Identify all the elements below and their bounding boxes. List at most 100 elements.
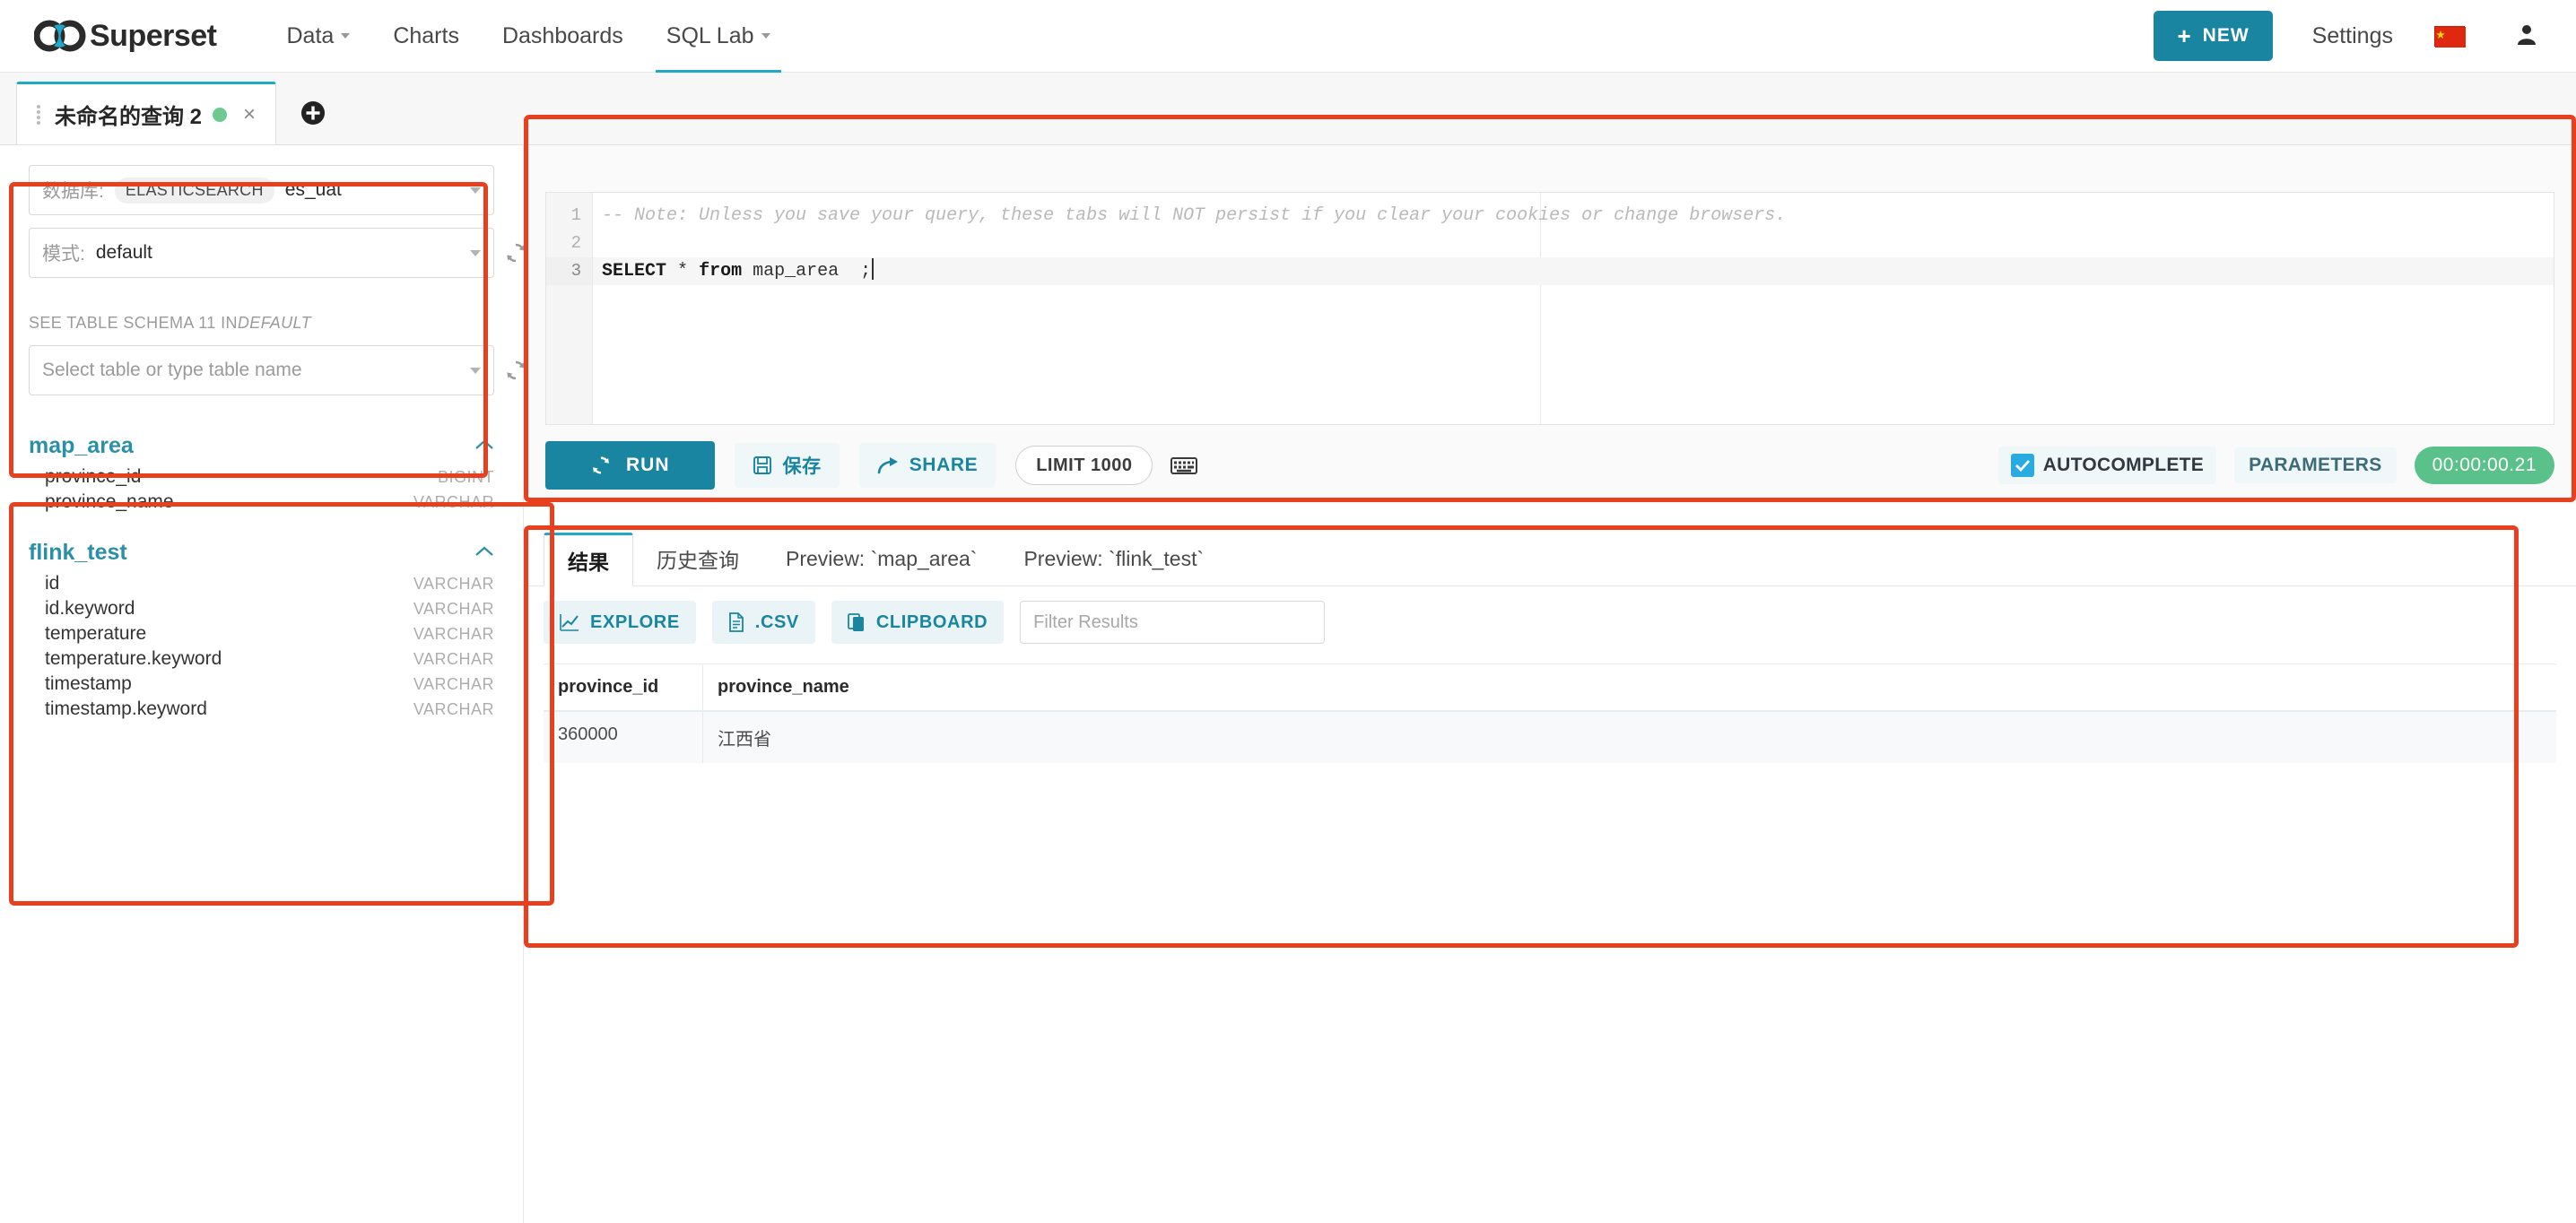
column-type: VARCHAR — [413, 624, 494, 643]
column-row: timestamp.keyword VARCHAR — [29, 697, 494, 722]
keyboard-shortcuts-button[interactable] — [1171, 455, 1198, 475]
column-name: temperature.keyword — [45, 648, 222, 669]
settings-menu[interactable]: Settings — [2312, 23, 2393, 49]
column-type: VARCHAR — [413, 699, 494, 718]
schema-select[interactable]: 模式: default — [29, 228, 525, 278]
cell-province-id: 360000 — [544, 712, 703, 763]
sql-keyword-from: from — [699, 261, 743, 282]
chevron-down-icon — [470, 367, 481, 374]
results-table: province_id province_name 360000 江西省 — [544, 664, 2556, 763]
tab-preview-flink-test[interactable]: Preview: `flink_test` — [1000, 532, 1227, 585]
user-avatar-icon — [2515, 22, 2538, 50]
nav-link-data[interactable]: Data — [265, 0, 372, 73]
nav-link-dashboards[interactable]: Dashboards — [481, 0, 645, 73]
nav-link-dashboards-label: Dashboards — [501, 22, 623, 48]
language-selector[interactable] — [2434, 25, 2472, 48]
column-type: VARCHAR — [413, 574, 494, 593]
query-tab[interactable]: 未命名的查询 2 × — [16, 82, 277, 144]
query-tab-title: 未命名的查询 2 — [55, 105, 203, 129]
close-icon[interactable]: × — [243, 102, 256, 127]
chevron-up-icon[interactable] — [474, 542, 494, 563]
table-header-flink-test[interactable]: flink_test — [29, 534, 494, 571]
column-name: id — [45, 573, 60, 594]
checkbox-checked-icon — [2010, 454, 2034, 477]
editor-code-area[interactable]: -- Note: Unless you save your query, the… — [593, 193, 2554, 424]
cell-province-name: 江西省 — [718, 730, 771, 750]
connection-selectors: 数据库: ELASTICSEARCH es_uat 模式: default — [0, 145, 525, 278]
column-header-province-id[interactable]: province_id — [544, 664, 703, 710]
sql-editor[interactable]: 1 2 3 -- Note: Unless you save your quer… — [545, 192, 2554, 425]
superset-infinity-logo-icon — [34, 18, 86, 54]
tab-preview-flink-test-label: Preview: `flink_test` — [1023, 546, 1205, 570]
refresh-icon — [590, 455, 612, 476]
nav-links: Data Charts Dashboards SQL Lab — [265, 0, 792, 73]
sql-semicolon: ; — [860, 261, 872, 282]
column-type: BIGINT — [437, 467, 494, 486]
autocomplete-toggle[interactable]: AUTOCOMPLETE — [1997, 447, 2217, 484]
schema-select-value: default — [95, 242, 152, 263]
query-status-dot-icon — [213, 107, 228, 122]
column-name: temperature — [45, 623, 147, 644]
limit-dropdown[interactable]: LIMIT 1000 — [1015, 446, 1153, 485]
add-query-tab-button[interactable] — [300, 100, 326, 126]
database-select[interactable]: 数据库: ELASTICSEARCH es_uat — [29, 165, 494, 215]
tab-preview-map-area-label: Preview: `map_area` — [786, 546, 978, 570]
chart-line-icon — [560, 613, 579, 631]
tab-results-label: 结果 — [568, 551, 609, 574]
sql-comment: -- Note: Unless you save your query, the… — [602, 205, 1787, 226]
column-row: temperature.keyword VARCHAR — [29, 646, 494, 672]
table-select[interactable]: Select table or type table name — [29, 345, 525, 395]
drag-handle-icon[interactable] — [37, 104, 42, 125]
chevron-up-icon[interactable] — [474, 436, 494, 456]
results-actions: EXPLORE .CSV CLIPBOARD — [524, 586, 2576, 658]
brand-name: Superset — [90, 18, 217, 53]
column-type: VARCHAR — [413, 674, 494, 693]
clipboard-button[interactable]: CLIPBOARD — [831, 601, 1005, 644]
column-name: id.keyword — [45, 598, 135, 619]
table-select-placeholder: Select table or type table name — [42, 360, 302, 380]
plus-icon: + — [2177, 22, 2192, 49]
tab-preview-map-area[interactable]: Preview: `map_area` — [762, 532, 1000, 585]
save-button[interactable]: 保存 — [734, 443, 840, 488]
run-button-label: RUN — [626, 455, 670, 475]
new-button[interactable]: + NEW — [2154, 11, 2273, 61]
results-tabs: 结果 历史查询 Preview: `map_area` Preview: `fl… — [524, 525, 2576, 586]
top-navbar: Superset Data Charts Dashboards SQL Lab … — [0, 0, 2576, 73]
filter-results-input[interactable] — [1020, 601, 1326, 644]
settings-label: Settings — [2311, 22, 2393, 48]
column-name: timestamp — [45, 673, 132, 694]
editor-toolbar-right: AUTOCOMPLETE PARAMETERS 00:00:00.21 — [1997, 447, 2554, 484]
schema-hint-prefix: SEE TABLE SCHEMA 11 IN — [29, 314, 238, 332]
text-cursor — [872, 258, 875, 280]
tab-results[interactable]: 结果 — [544, 533, 633, 586]
share-button[interactable]: SHARE — [858, 443, 996, 488]
parameters-button[interactable]: PARAMETERS — [2234, 447, 2397, 483]
editor-gutter: 1 2 3 — [546, 193, 593, 424]
column-row: timestamp VARCHAR — [29, 672, 494, 697]
column-header-province-name[interactable]: province_name — [703, 664, 2556, 710]
column-name: timestamp.keyword — [45, 698, 207, 719]
user-menu[interactable] — [2515, 22, 2547, 50]
save-button-label: 保存 — [782, 456, 822, 477]
nav-link-charts[interactable]: Charts — [371, 0, 481, 73]
table-row: 360000 江西省 — [544, 712, 2556, 763]
nav-link-charts-label: Charts — [393, 22, 459, 48]
csv-button[interactable]: .CSV — [711, 601, 815, 644]
table-header-map-area[interactable]: map_area — [29, 428, 494, 464]
nav-link-sql-lab[interactable]: SQL Lab — [645, 0, 792, 73]
explore-button[interactable]: EXPLORE — [544, 601, 696, 644]
clipboard-icon — [847, 612, 866, 632]
column-type: VARCHAR — [413, 649, 494, 668]
brand[interactable]: Superset — [34, 18, 217, 54]
tab-query-history-label: 历史查询 — [657, 549, 739, 572]
run-button[interactable]: RUN — [545, 441, 715, 490]
keyboard-icon — [1171, 457, 1198, 474]
limit-label: LIMIT 1000 — [1036, 455, 1133, 475]
database-engine-badge: ELASTICSEARCH — [114, 177, 274, 204]
sql-editor-panel: 1 2 3 -- Note: Unless you save your quer… — [524, 145, 2576, 504]
chevron-down-icon — [761, 33, 770, 39]
tab-query-history[interactable]: 历史查询 — [633, 532, 762, 585]
chevron-down-icon — [470, 186, 481, 194]
share-button-label: SHARE — [909, 455, 979, 475]
